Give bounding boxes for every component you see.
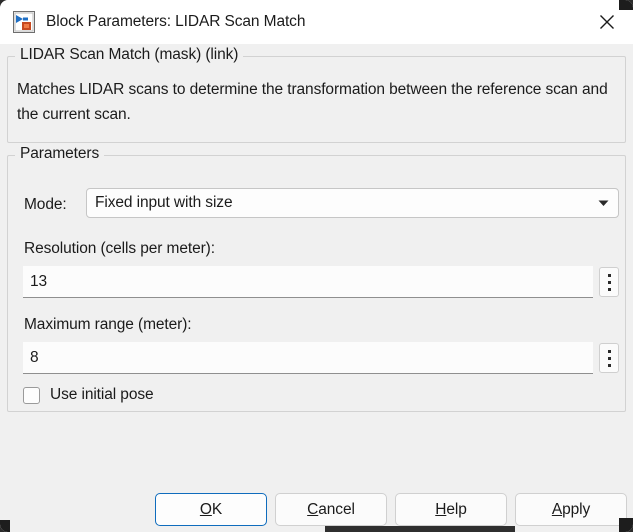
help-mnemonic: H	[435, 500, 447, 518]
dialog-body: LIDAR Scan Match (mask) (link) Matches L…	[0, 44, 633, 532]
use-initial-pose-checkbox[interactable]: Use initial pose	[23, 386, 154, 404]
close-icon[interactable]	[581, 0, 633, 44]
vertical-ellipsis-icon[interactable]	[599, 343, 619, 373]
max-range-label: Maximum range (meter):	[24, 316, 192, 333]
apply-button[interactable]: Apply	[515, 493, 627, 526]
parameters-legend: Parameters	[15, 145, 105, 163]
use-initial-pose-label: Use initial pose	[50, 386, 154, 403]
cancel-mnemonic: C	[307, 500, 319, 518]
ok-rest: K	[211, 500, 223, 518]
max-range-value: 8	[30, 348, 39, 366]
cancel-rest: ancel	[318, 500, 355, 518]
chevron-down-icon	[592, 189, 614, 217]
description-group: LIDAR Scan Match (mask) (link) Matches L…	[7, 46, 626, 143]
mode-dropdown[interactable]: Fixed input with size	[86, 188, 619, 218]
resolution-value: 13	[30, 272, 48, 290]
button-bar: OK Cancel Help Apply	[0, 493, 633, 532]
help-rest: elp	[446, 500, 467, 518]
description-text: Matches LIDAR scans to determine the tra…	[17, 81, 608, 123]
description-legend: LIDAR Scan Match (mask) (link)	[15, 46, 244, 64]
resolution-label: Resolution (cells per meter):	[24, 240, 215, 257]
block-parameters-dialog: Block Parameters: LIDAR Scan Match LIDAR…	[0, 0, 633, 532]
checkbox-box[interactable]	[23, 386, 40, 404]
parameters-group: Parameters Mode: Fixed input with size R…	[7, 145, 626, 412]
vertical-ellipsis-icon[interactable]	[599, 267, 619, 297]
simulink-block-icon	[13, 11, 35, 33]
mode-dropdown-value: Fixed input with size	[95, 194, 233, 211]
apply-rest: pply	[562, 500, 591, 518]
mode-label: Mode:	[24, 196, 67, 213]
resolution-input[interactable]: 13	[23, 266, 593, 298]
apply-mnemonic: A	[551, 500, 563, 518]
title-bar: Block Parameters: LIDAR Scan Match	[0, 0, 633, 44]
ok-button[interactable]: OK	[155, 493, 267, 526]
help-button[interactable]: Help	[395, 493, 507, 526]
max-range-field-row: 8	[23, 342, 619, 374]
window-title: Block Parameters: LIDAR Scan Match	[46, 13, 306, 30]
max-range-input[interactable]: 8	[23, 342, 593, 374]
ok-mnemonic: O	[199, 500, 212, 518]
cancel-button[interactable]: Cancel	[275, 493, 387, 526]
resolution-field-row: 13	[23, 266, 619, 298]
